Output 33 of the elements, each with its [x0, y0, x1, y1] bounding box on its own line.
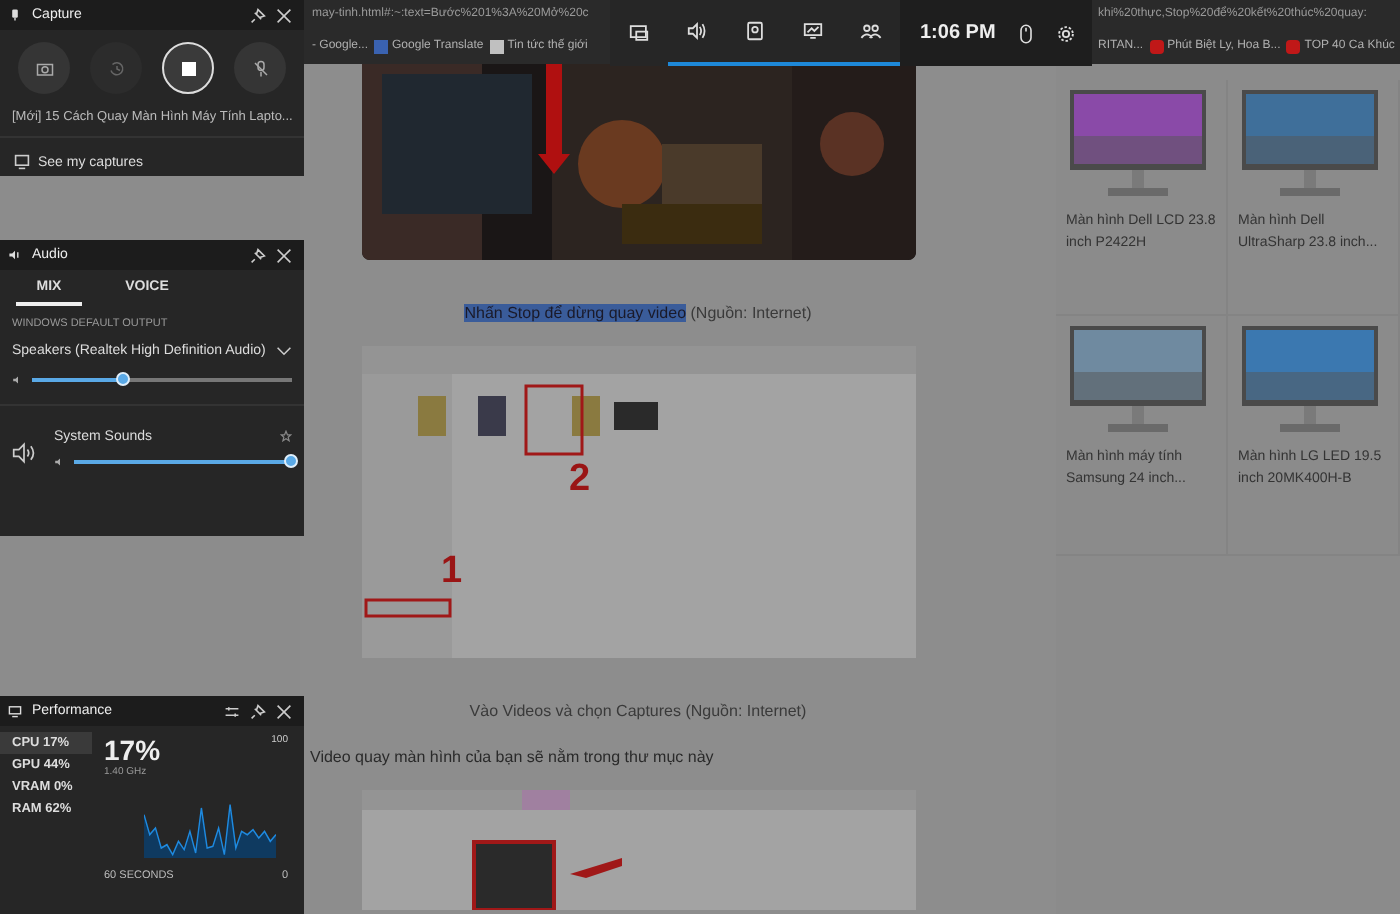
close-icon[interactable]	[276, 247, 292, 263]
microphone-button[interactable]	[234, 42, 286, 94]
stop-recording-button[interactable]	[162, 42, 214, 94]
speaker-icon	[8, 248, 22, 262]
paragraph: Video quay màn hình của bạn sẽ nằm trong thư mục này	[310, 748, 714, 766]
people-icon	[860, 20, 882, 42]
screenshot-button[interactable]	[18, 42, 70, 94]
metric-value: 17%	[104, 734, 161, 766]
history-icon	[107, 59, 125, 77]
mouse-icon[interactable]	[1015, 23, 1036, 43]
speaker-icon	[12, 374, 24, 386]
speaker-icon	[54, 456, 66, 468]
star-icon[interactable]	[280, 430, 292, 442]
pin-icon[interactable]	[250, 247, 266, 263]
highlighted-caption: Nhấn Stop để dừng quay video	[464, 304, 687, 322]
caption: Vào Videos và chọn Captures (Nguồn: Internet)	[469, 702, 807, 720]
close-icon[interactable]	[276, 7, 292, 23]
options-icon[interactable]	[224, 703, 240, 719]
windows-icon	[628, 22, 650, 44]
caption: (Nguồn: Internet)	[688, 304, 812, 322]
speaker-icon	[686, 20, 708, 42]
pin-icon[interactable]	[250, 7, 266, 23]
clock-time: 1:06 PM	[920, 22, 996, 44]
close-icon[interactable]	[276, 703, 292, 719]
microphone-icon	[251, 59, 269, 77]
settings-icon[interactable]	[1055, 23, 1076, 43]
step-number: 2	[569, 460, 591, 498]
chevron-icon[interactable]	[276, 346, 292, 356]
monitor-icon	[802, 20, 824, 42]
pin-icon[interactable]	[250, 703, 266, 719]
speaker-icon	[12, 442, 36, 464]
step-number: 1	[441, 552, 463, 590]
monitor-icon	[8, 704, 22, 718]
